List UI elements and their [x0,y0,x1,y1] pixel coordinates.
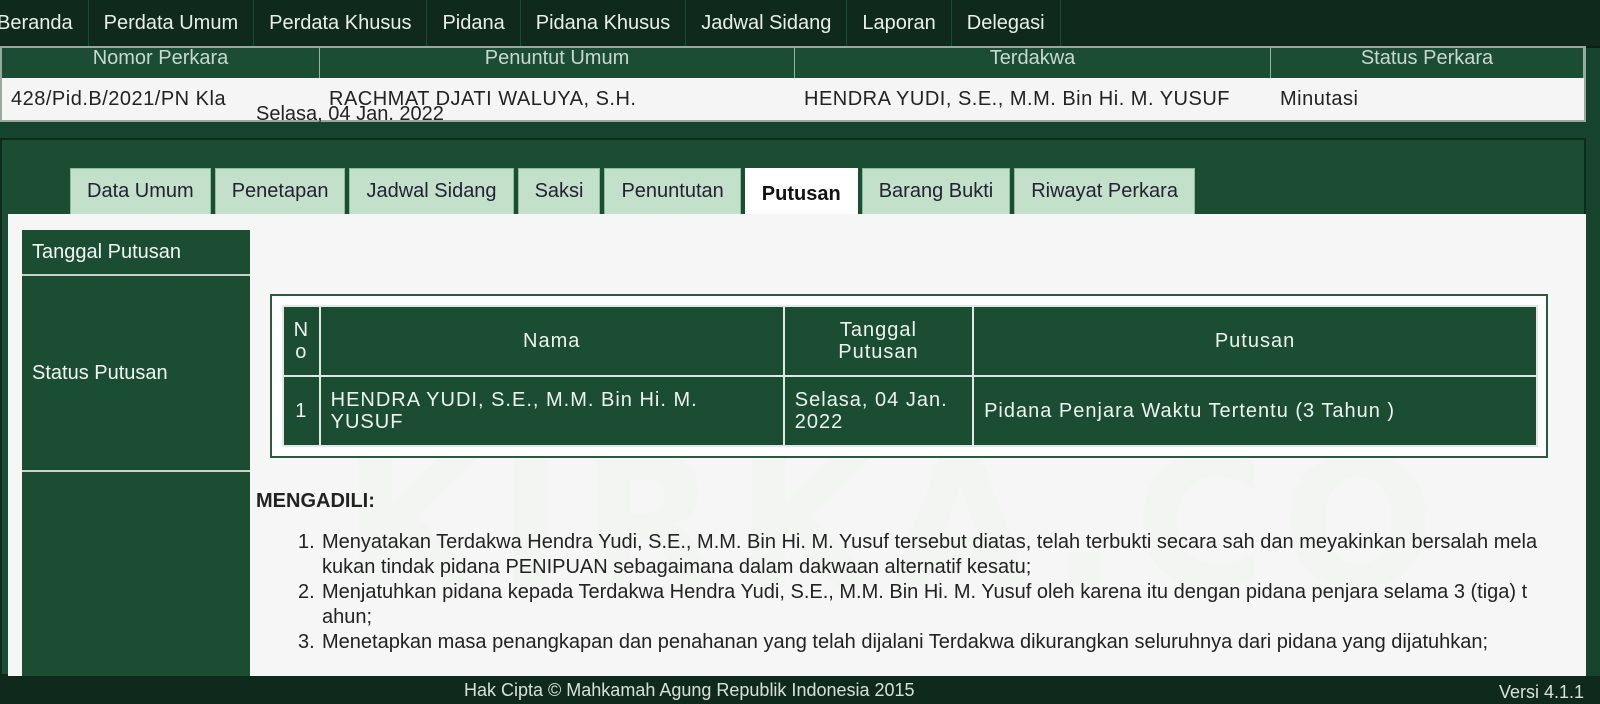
label-status-putusan: Status Putusan [22,276,250,472]
table-header-row: No Nama Tanggal Putusan Putusan [282,305,1538,377]
amar-item: 1. Menyatakan Terdakwa Hendra Yudi, S.E.… [298,530,1538,580]
value-terdakwa: HENDRA YUDI, S.E., M.M. Bin Hi. M. YUSUF [804,87,1230,110]
amar-item-number: 3. [298,631,315,653]
tab-penuntutan[interactable]: Penuntutan [604,168,741,214]
status-putusan-box: No Nama Tanggal Putusan Putusan 1 HENDRA… [270,294,1548,458]
tab-penetapan[interactable]: Penetapan [214,168,346,214]
amar-item-number: 1. [298,531,315,553]
nav-laporan[interactable]: Laporan [847,0,952,46]
nav-delegasi[interactable]: Delegasi [952,0,1061,46]
nav-jadwal-sidang[interactable]: Jadwal Sidang [686,0,848,46]
tab-saksi[interactable]: Saksi [517,168,601,214]
cell-nama: HENDRA YUDI, S.E., M.M. Bin Hi. M. YUSUF [318,375,785,447]
amar-item: 3. Menetapkan masa penangkapan dan penah… [298,630,1538,655]
header-penuntut-umum: Penuntut Umum [320,48,795,78]
header-terdakwa: Terdakwa [795,48,1271,78]
amar-item-text: Menyatakan Terdakwa Hendra Yudi, S.E., M… [322,531,1538,578]
cell-tanggal: Selasa, 04 Jan. 2022 [782,375,975,447]
footer: Hak Cipta © Mahkamah Agung Republik Indo… [0,676,1600,704]
case-summary-row: 428/Pid.B/2021/PN Kla RACHMAT DJATI WALU… [2,78,1584,120]
table-row: 1 HENDRA YUDI, S.E., M.M. Bin Hi. M. YUS… [282,375,1538,447]
nav-pidana[interactable]: Pidana [427,0,521,46]
cell-putusan: Pidana Penjara Waktu Tertentu (3 Tahun ) [972,375,1538,447]
tab-jadwal-sidang[interactable]: Jadwal Sidang [349,168,514,214]
amar-title: MENGADILI: [256,490,375,512]
col-header-nama: Nama [318,305,785,377]
tab-bar: Data Umum Penetapan Jadwal Sidang Saksi … [70,168,1199,220]
copyright-text: Hak Cipta © Mahkamah Agung Republik Indo… [464,680,915,700]
amar-list: 1. Menyatakan Terdakwa Hendra Yudi, S.E.… [298,530,1538,655]
col-header-tanggal-putusan: Tanggal Putusan [782,305,975,377]
nav-beranda[interactable]: Beranda [0,0,89,46]
nav-perdata-khusus[interactable]: Perdata Khusus [254,0,428,46]
header-status-perkara: Status Perkara [1271,48,1584,78]
case-summary-table: Nomor Perkara Penuntut Umum Terdakwa Sta… [0,46,1586,122]
tab-putusan[interactable]: Putusan [744,168,858,220]
header-nomor-perkara: Nomor Perkara [2,48,320,78]
tab-data-umum[interactable]: Data Umum [70,168,211,214]
amar-item-text: Menetapkan masa penangkapan dan penahana… [322,631,1489,653]
tanggal-putusan-value: Selasa, 04 Jan. 2022 [256,103,444,125]
nav-perdata-umum[interactable]: Perdata Umum [89,0,255,46]
label-amar-putusan [22,472,250,676]
case-summary-header: Nomor Perkara Penuntut Umum Terdakwa Sta… [2,48,1584,78]
label-column: Tanggal Putusan Status Putusan [22,230,250,676]
nav-pidana-khusus[interactable]: Pidana Khusus [521,0,687,46]
amar-item-text: Menjatuhkan pidana kepada Terdakwa Hendr… [322,581,1528,628]
status-putusan-table: No Nama Tanggal Putusan Putusan 1 HENDRA… [282,305,1538,447]
tab-barang-bukti[interactable]: Barang Bukti [861,168,1011,214]
value-status-perkara: Minutasi [1280,87,1359,110]
cell-no: 1 [282,375,321,447]
amar-item: 2. Menjatuhkan pidana kepada Terdakwa He… [298,580,1538,630]
amar-item-number: 2. [298,581,315,603]
top-navbar: Beranda Perdata Umum Perdata Khusus Pida… [0,0,1600,48]
version-text: Versi 4.1.1 [1498,682,1584,702]
col-header-putusan: Putusan [972,305,1538,377]
col-header-no: No [282,305,321,377]
tab-riwayat-perkara[interactable]: Riwayat Perkara [1014,168,1195,214]
label-tanggal-putusan: Tanggal Putusan [22,230,250,276]
